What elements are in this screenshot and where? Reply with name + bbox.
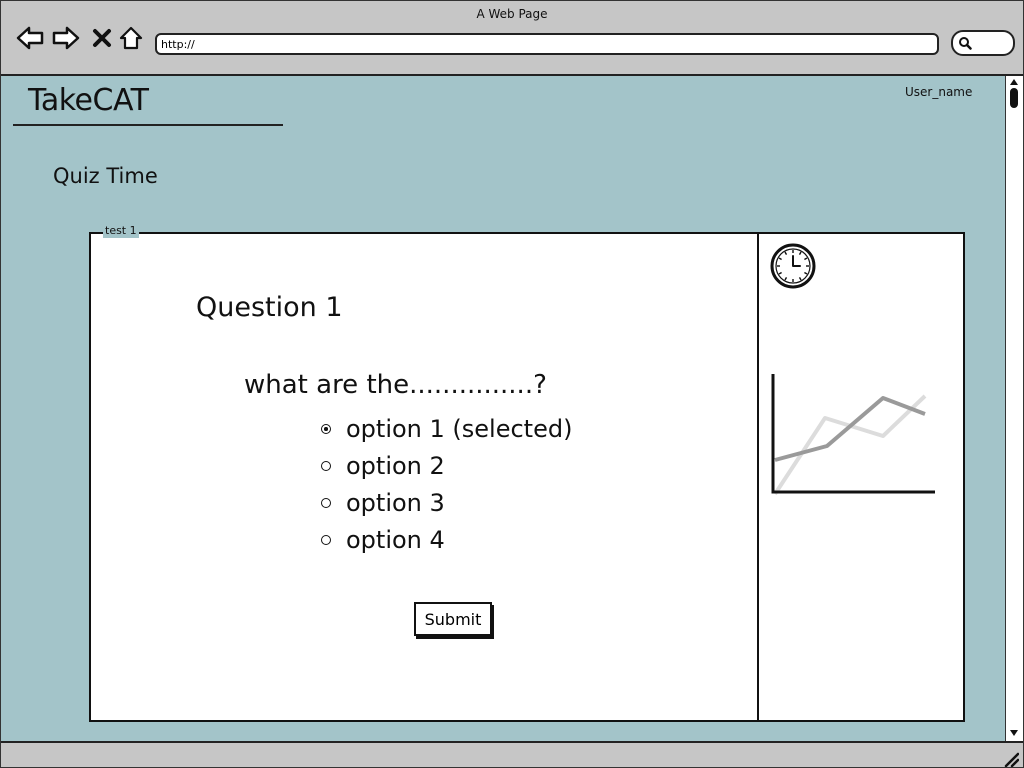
back-icon [16,26,44,50]
scroll-up-arrow-icon[interactable] [1009,78,1019,86]
browser-statusbar [1,741,1023,767]
browser-window: A Web Page http:// TakeCAT User_name Qui… [0,0,1024,768]
quiz-panel: test 1 Question 1 what are the..........… [89,224,965,722]
resize-grip-icon[interactable] [1003,751,1019,767]
sidebar-divider [757,234,759,720]
option-2-radio[interactable] [321,461,331,471]
address-bar[interactable] [155,33,939,55]
back-button[interactable] [15,23,45,53]
clock-icon [770,243,816,289]
option-3-label: option 3 [346,489,445,517]
submit-button[interactable]: Submit [414,602,492,636]
browser-titlebar: A Web Page [1,1,1023,76]
stop-icon [93,29,111,47]
question-title: Question 1 [196,292,343,323]
search-icon [959,37,972,50]
option-3-radio[interactable] [321,498,331,508]
line-chart-icon [771,374,935,496]
option-4[interactable]: option 4 [321,525,445,555]
app-logo[interactable]: TakeCAT [28,83,149,118]
forward-icon [52,26,80,50]
option-1-radio[interactable] [321,424,331,434]
window-title: A Web Page [476,7,548,21]
option-2-label: option 2 [346,452,445,480]
forward-button[interactable] [51,23,81,53]
option-1[interactable]: option 1 (selected) [321,414,572,444]
user-name-link[interactable]: User_name [905,85,972,99]
quiz-panel-label: test 1 [103,224,139,238]
question-text: what are the...............? [244,370,547,400]
browser-search-box[interactable] [951,30,1015,56]
page-title: Quiz Time [53,164,158,188]
page-content: TakeCAT User_name Quiz Time test 1 Quest… [1,76,1005,741]
scroll-down-arrow-icon[interactable] [1009,729,1019,737]
option-4-label: option 4 [346,526,445,554]
option-2[interactable]: option 2 [321,451,445,481]
url-input[interactable] [161,35,921,53]
option-4-radio[interactable] [321,535,331,545]
stop-button[interactable] [87,23,117,53]
home-icon [119,26,143,50]
home-button[interactable] [116,23,146,53]
scrollbar-thumb[interactable] [1010,88,1018,108]
logo-underline [13,124,283,126]
option-3[interactable]: option 3 [321,488,445,518]
option-1-label: option 1 (selected) [346,415,573,443]
vertical-scrollbar[interactable] [1005,76,1023,741]
